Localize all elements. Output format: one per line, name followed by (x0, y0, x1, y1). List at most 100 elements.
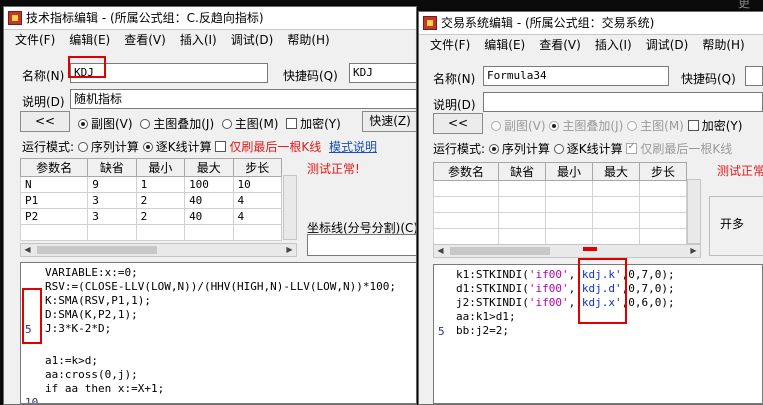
param-table-vscroll[interactable] (687, 179, 701, 244)
param-table-vscroll[interactable] (283, 175, 297, 240)
test-status: 测试正常 (717, 164, 763, 178)
mode-help-link[interactable]: 模式说明 (329, 140, 377, 154)
menu-bar: 文件(F) 编辑(E) 查看(V) 插入(I) 调试(D) 帮助(H) (419, 35, 763, 55)
run-mode-label: 运行模式: (433, 142, 486, 156)
radio-dot-icon (488, 144, 499, 154)
code-line: d1:STKINDI('if00','kdj.d',0,7,0); (456, 282, 675, 295)
param-table-hscroll[interactable]: ◀ ▶ (20, 243, 297, 257)
table-row[interactable] (432, 212, 688, 229)
name-label: 名称(N) (22, 69, 65, 83)
menu-debug[interactable]: 调试(D) (639, 35, 696, 55)
encrypt-checkbox[interactable]: 加密(Y) (286, 117, 341, 131)
menu-help[interactable]: 帮助(H) (695, 35, 751, 55)
menu-view[interactable]: 查看(V) (117, 30, 173, 50)
radio-per-bar-calc[interactable]: 逐K线计算 (553, 142, 623, 156)
radio-dot-icon (221, 119, 232, 129)
radio-main-overlay[interactable]: 主图叠加(J) (549, 119, 623, 133)
radio-subchart[interactable]: 副图(V) (78, 117, 133, 131)
param-header-default: 缺省 (87, 158, 137, 177)
chart-type-group: 副图(V) 主图叠加(J) 主图(M) 加密(Y) (491, 117, 742, 134)
collapse-button[interactable]: << (433, 113, 483, 134)
code-editor[interactable]: VARIABLE:x:=0; RSV:=(CLOSE-LLV(LOW,N))/(… (20, 262, 416, 404)
window-title: 技术指标编辑 - (所属公式组：C.反趋向指标) (26, 11, 264, 25)
radio-dot-icon (140, 119, 151, 129)
collapse-button[interactable]: << (20, 111, 70, 132)
scroll-right-icon[interactable]: ▶ (283, 244, 296, 256)
description-input[interactable] (483, 92, 763, 112)
app-icon (423, 16, 437, 30)
radio-main-chart[interactable]: 主图(M) (221, 117, 278, 131)
code-line: a1:=k>d; (45, 354, 98, 367)
menu-view[interactable]: 查看(V) (532, 35, 588, 55)
name-input[interactable]: Formula34 (483, 66, 669, 86)
radio-dot-icon (627, 121, 638, 131)
code-line: K:SMA(RSV,P1,1); (45, 294, 151, 307)
coordinate-lines-input[interactable] (307, 234, 416, 256)
menu-edit[interactable]: 编辑(E) (62, 30, 117, 50)
param-table-hscroll[interactable]: ◀ ▶ (433, 244, 701, 258)
code-line: D:SMA(K,P2,1); (45, 308, 138, 321)
menu-insert[interactable]: 插入(I) (173, 30, 224, 50)
param-header-min: 最小 (545, 162, 594, 181)
highlight-box-name (68, 56, 106, 78)
highlight-box-kdj-args (578, 258, 627, 324)
scroll-marker (583, 247, 597, 251)
checkbox-icon (626, 141, 638, 154)
chart-type-group: 副图(V) 主图叠加(J) 主图(M) 加密(Y) (78, 115, 341, 132)
menu-edit[interactable]: 编辑(E) (477, 35, 532, 55)
code-line: aa:k1>d1; (456, 310, 516, 323)
title-bar[interactable]: 交易系统编辑 - (所属公式组：交易系统) (419, 12, 763, 35)
radio-series-calc[interactable]: 序列计算 (77, 140, 139, 154)
radio-per-bar-calc[interactable]: 逐K线计算 (142, 140, 212, 154)
shortcut-input[interactable] (745, 66, 763, 86)
scroll-thumb[interactable] (450, 247, 550, 255)
checkbox-icon (687, 120, 699, 131)
table-row[interactable]: P2 3 2 40 4 (19, 208, 282, 225)
radio-main-overlay[interactable]: 主图叠加(J) (140, 117, 214, 131)
code-line: aa:cross(0,j); (45, 368, 138, 381)
last-bar-checkbox[interactable]: 仅刷最后一根K线 (626, 141, 732, 156)
table-row[interactable]: N 9 1 100 10 (19, 176, 282, 193)
parameter-table: 参数名 缺省 最小 最大 步长 (432, 162, 688, 245)
trading-system-editor-window: 交易系统编辑 - (所属公式组：交易系统) 文件(F) 编辑(E) 查看(V) … (418, 11, 763, 405)
table-row[interactable]: P1 3 2 40 4 (19, 192, 282, 209)
shortcut-label: 快捷码(Q) (681, 72, 736, 86)
scroll-left-icon[interactable]: ◀ (21, 244, 34, 256)
description-label: 说明(D) (22, 95, 65, 109)
scroll-left-icon[interactable]: ◀ (434, 245, 447, 257)
quick-button[interactable]: 快速(Z) (362, 111, 416, 132)
table-row[interactable] (432, 228, 688, 245)
menu-file[interactable]: 文件(F) (8, 30, 62, 50)
side-panel: 开多 (709, 196, 763, 256)
title-bar[interactable]: 技术指标编辑 - (所属公式组：C.反趋向指标) (4, 7, 416, 30)
run-mode-row: 运行模式: 序列计算 逐K线计算 仅刷最后一根K线 (433, 140, 732, 157)
code-line: J:3*K-2*D; (45, 322, 112, 335)
highlight-box-outputs (22, 288, 42, 344)
radio-main-chart[interactable]: 主图(M) (627, 119, 684, 133)
run-mode-label: 运行模式: (22, 140, 75, 154)
menu-file[interactable]: 文件(F) (423, 35, 477, 55)
table-row[interactable] (19, 224, 282, 241)
app-icon (8, 11, 22, 25)
menu-debug[interactable]: 调试(D) (224, 30, 281, 50)
radio-series-calc[interactable]: 序列计算 (488, 142, 550, 156)
encrypt-checkbox[interactable]: 加密(Y) (687, 119, 742, 133)
table-row[interactable] (432, 196, 688, 213)
radio-dot-icon (491, 121, 501, 131)
param-header-default: 缺省 (498, 162, 547, 181)
code-line: VARIABLE:x:=0; (45, 266, 138, 279)
open-long-label: 开多 (720, 217, 745, 231)
shortcut-label: 快捷码(Q) (283, 69, 338, 83)
menu-insert[interactable]: 插入(I) (588, 35, 639, 55)
radio-subchart[interactable]: 副图(V) (491, 119, 546, 133)
scroll-right-icon[interactable]: ▶ (687, 245, 700, 257)
scroll-thumb[interactable] (37, 246, 157, 254)
menu-help[interactable]: 帮助(H) (280, 30, 336, 50)
code-line: bb:j2=2; (456, 324, 509, 337)
shortcut-input[interactable]: KDJ (349, 63, 416, 83)
table-row[interactable] (432, 180, 688, 197)
checkbox-icon (215, 141, 227, 152)
run-mode-row: 运行模式: 序列计算 逐K线计算 仅刷最后一根K线 模式说明 (22, 138, 377, 155)
last-bar-checkbox[interactable]: 仅刷最后一根K线 (215, 140, 321, 154)
description-input[interactable]: 随机指标 (70, 89, 416, 109)
